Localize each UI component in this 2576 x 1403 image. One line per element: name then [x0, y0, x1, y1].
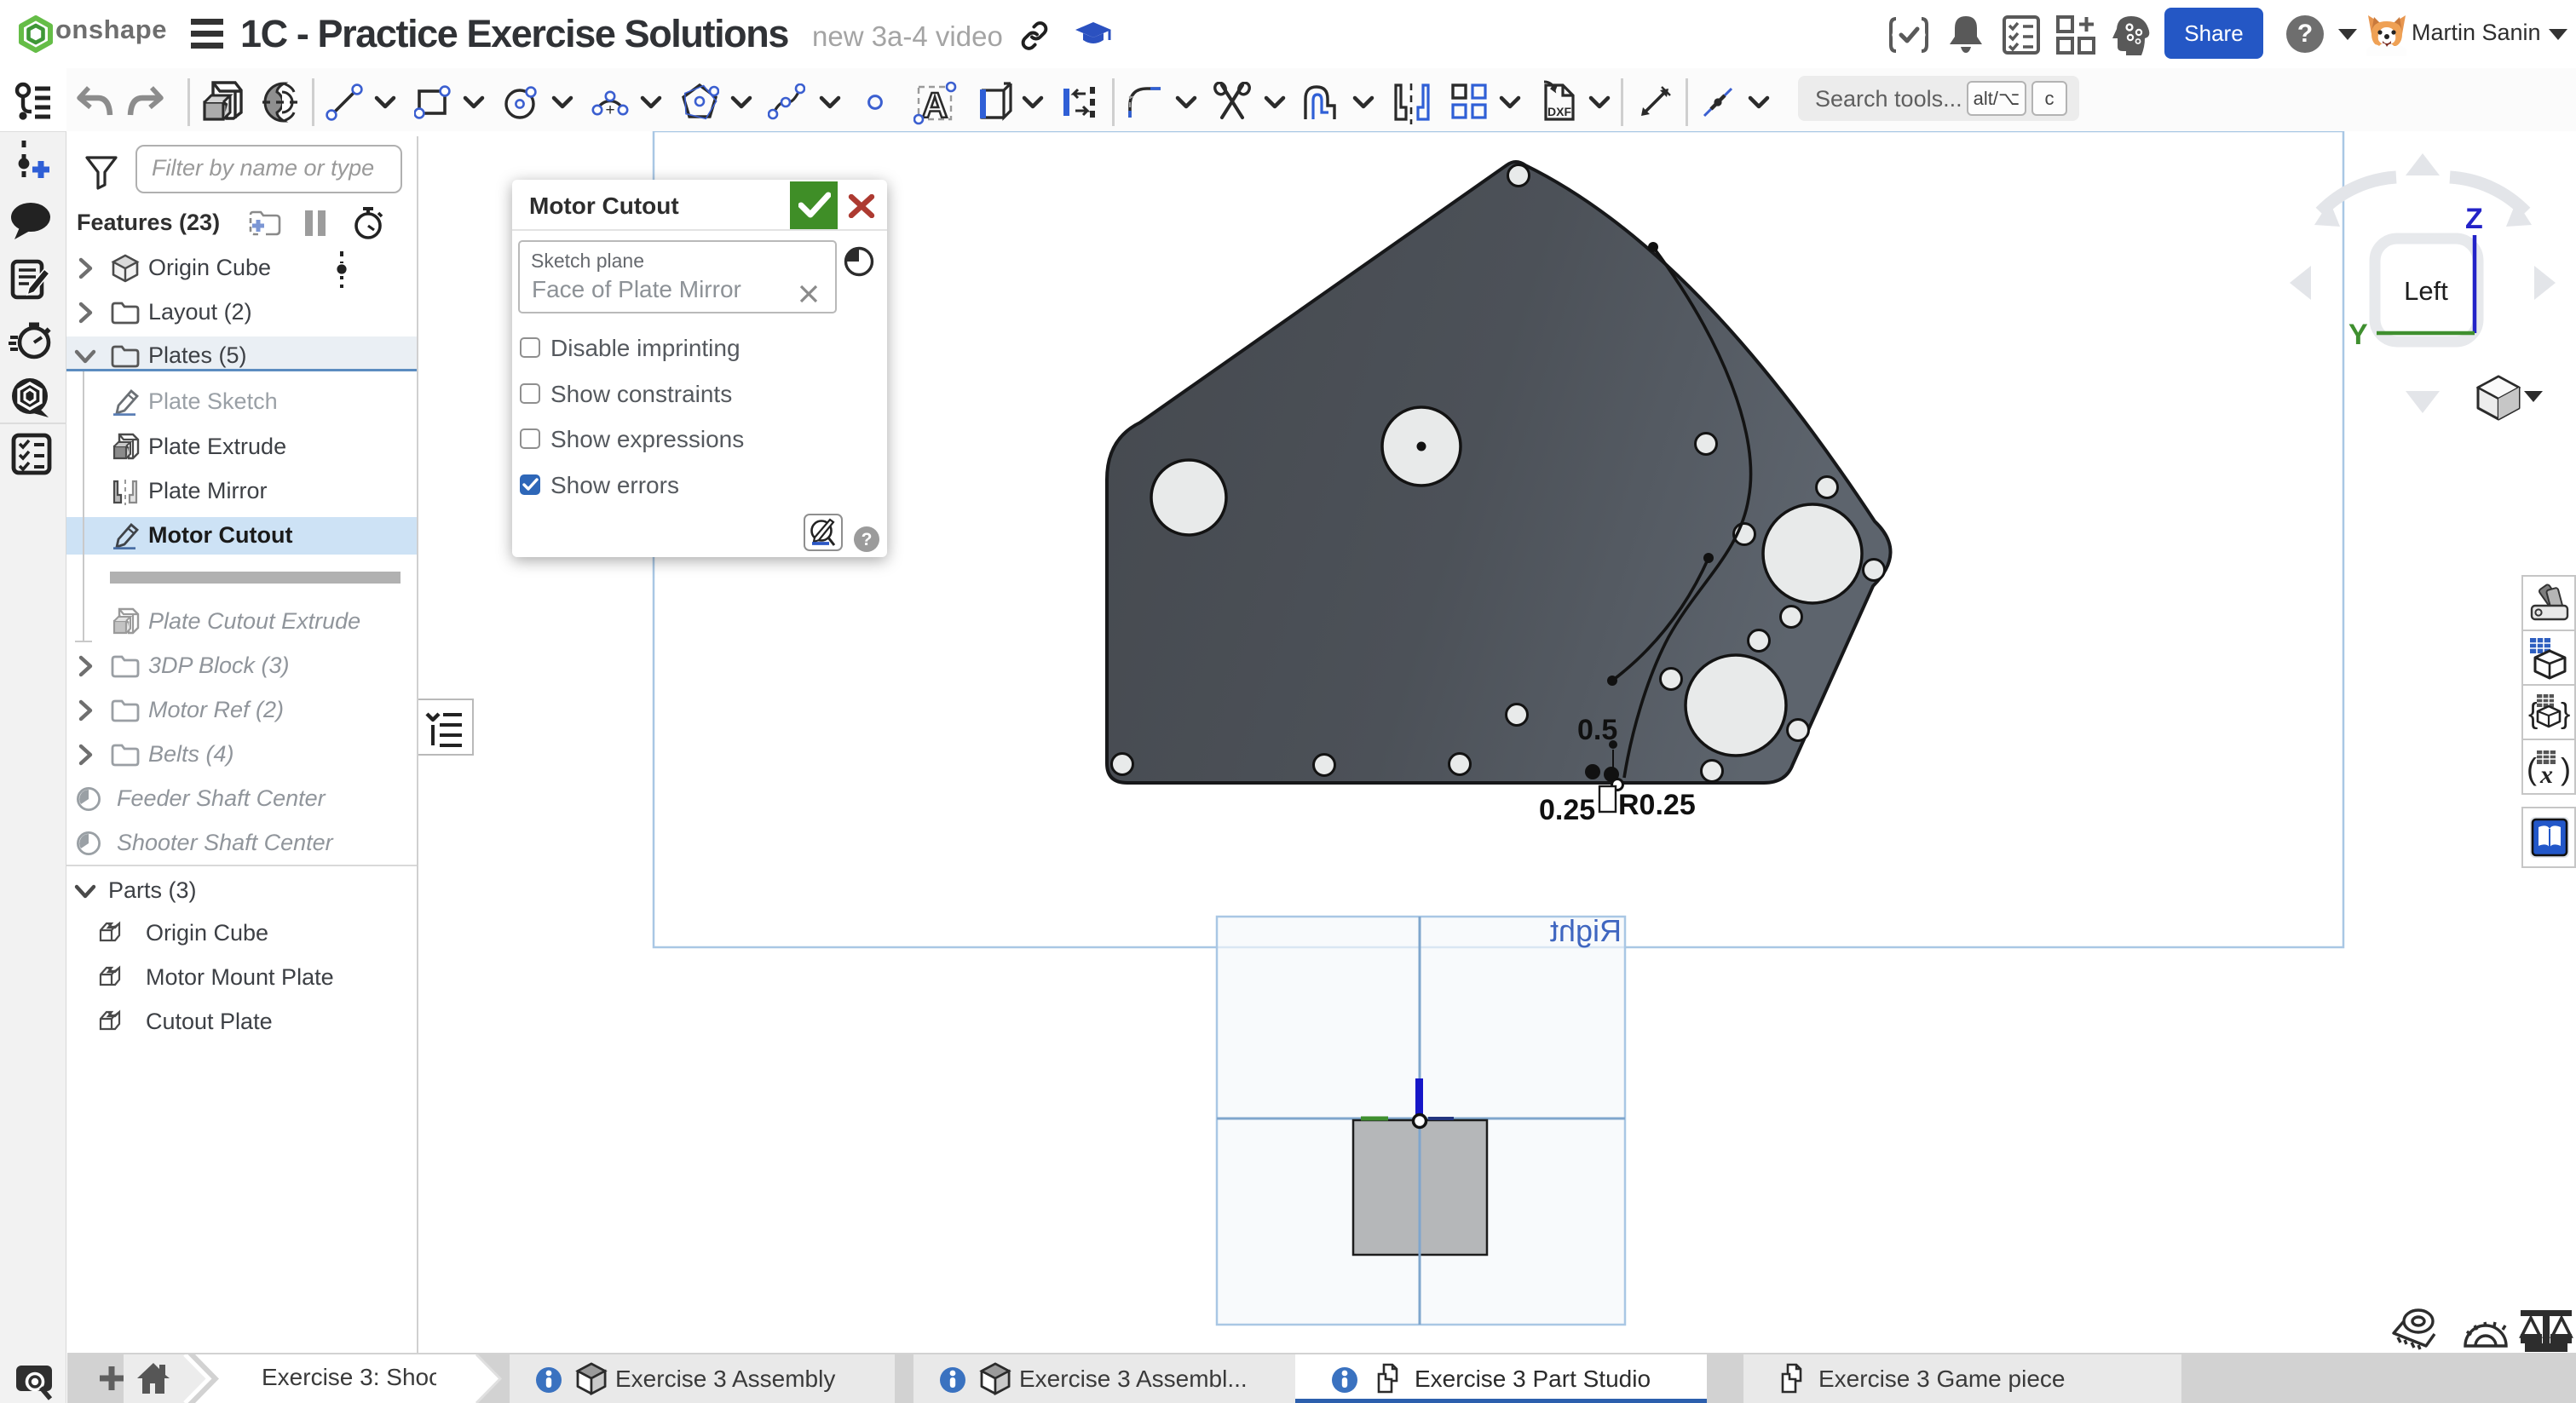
svg-text:0.25: 0.25 — [1539, 794, 1595, 826]
svg-text:DXF: DXF — [1547, 105, 1571, 118]
svg-text:}: } — [2561, 698, 2570, 730]
svg-text:A: A — [922, 85, 948, 125]
svg-text:+: + — [605, 101, 614, 119]
svg-text:): ) — [2561, 751, 2571, 786]
svg-text:?: ? — [2297, 20, 2313, 48]
svg-text:R0.25: R0.25 — [1618, 789, 1696, 821]
svg-text:Y: Y — [2348, 319, 2368, 351]
svg-text:Left: Left — [2404, 276, 2448, 306]
svg-text:?: ? — [862, 530, 873, 549]
svg-text:Right: Right — [1550, 913, 1622, 948]
svg-text:(: ( — [2527, 751, 2537, 786]
svg-text:Z: Z — [2465, 203, 2483, 235]
svg-text:{: { — [2528, 698, 2538, 730]
svg-text:x: x — [2539, 761, 2553, 789]
